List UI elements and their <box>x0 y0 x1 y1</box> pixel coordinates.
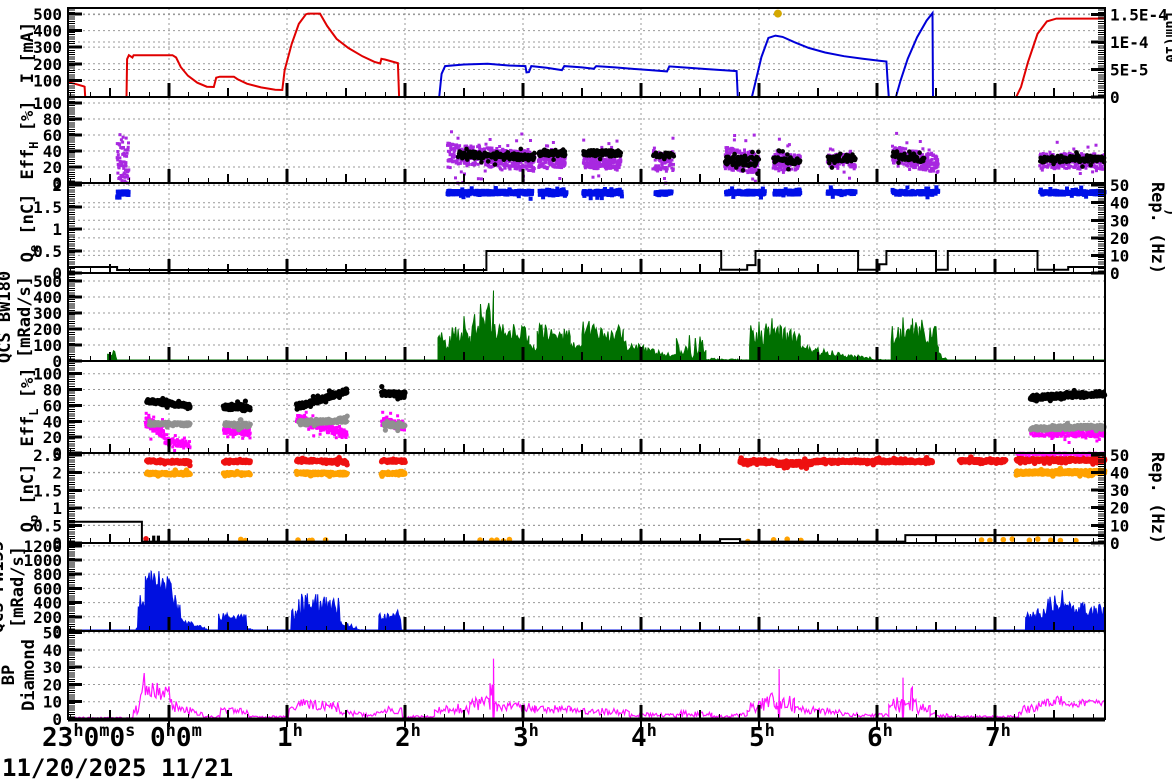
svg-text:50: 50 <box>1110 176 1129 195</box>
panel-eff-l: 020406080100EffL [%] <box>18 360 1108 463</box>
svg-text:20: 20 <box>1110 229 1129 248</box>
panel-ticks-beam-current <box>68 7 1105 99</box>
axis-title-q-e-0: Qe [nC] <box>18 194 41 263</box>
series-rep-rate-e <box>68 250 1105 271</box>
panel-qcs-bw180: 0100200300400500 QCS BW180 [mRad/s] <box>0 271 1106 371</box>
time-label: 5h <box>749 721 775 753</box>
svg-text:30: 30 <box>1110 211 1129 230</box>
series-rep-rate-p <box>68 520 1105 543</box>
axis-title-q-p-0: Qp [nC] <box>18 464 41 533</box>
time-label: 3h <box>513 721 539 753</box>
axis-title-qcs-bw180-0: QCS BW180 <box>0 271 15 363</box>
x-axis-labels: 23h0m0s 0h0m 1h 2h 3h 4h 5h 6h 7h <box>42 721 1011 753</box>
panel-qcs-fw155: 020040060080010001200QCS FW155 [mRad/s] <box>0 537 1106 641</box>
svg-text:5E-5: 5E-5 <box>1110 61 1149 80</box>
panel-ticks-q-e <box>68 182 1105 275</box>
panel-tick-labels-qcs-bw180: 0100200300400500 <box>33 272 62 371</box>
axis-title-bp-diamond-0: BP <box>0 665 19 685</box>
panel-tick-labels-bp-diamond: 01020304050 <box>43 624 62 729</box>
series-qp-points <box>143 453 1108 542</box>
series-eff-l-top-points <box>144 384 1108 414</box>
axis-title-qcs-bw180-1: [mRad/s] <box>15 276 35 358</box>
axis-title-qcs-fw155-0: QCS FW155 <box>0 541 8 633</box>
time-label: 0h0m <box>150 721 202 753</box>
svg-text:500: 500 <box>33 272 62 291</box>
svg-text:1.5E-4: 1.5E-4 <box>1110 6 1168 25</box>
time-label: 4h <box>631 721 657 753</box>
panel-eff-h: 020406080100EffH [%] <box>18 94 1107 193</box>
panel-beam-current: 10020030040050005E-51E-41.5E-4I [mA] <box>18 5 1168 107</box>
axis-title-right-q-p: Rep. (Hz) <box>1147 452 1167 544</box>
series-fw155-loss <box>67 570 1106 633</box>
svg-text:500: 500 <box>33 5 62 24</box>
svg-text:2: 2 <box>52 176 62 195</box>
date-range-label: 11/20/2025 11/21 <box>2 754 234 782</box>
panel-ticks-qcs-fw155 <box>68 542 1094 633</box>
series-stray-point <box>773 9 782 18</box>
svg-text:10: 10 <box>1110 246 1129 265</box>
panel-ticks-bp-diamond <box>68 630 1094 721</box>
axis-title-bp-diamond-1: Diamond <box>19 639 39 711</box>
svg-text:40: 40 <box>1110 194 1129 213</box>
panel-q-e: 00.511.5201020304050Qe [nC] Rep. (Hz) <box>18 176 1167 283</box>
svg-text:0: 0 <box>1110 88 1120 107</box>
panel-bp-diamond: 01020304050 BP Diamond <box>0 624 1106 729</box>
bottom-axis <box>68 717 1105 727</box>
time-label: 2h <box>395 721 421 753</box>
panel-tick-labels-beam-current: 10020030040050005E-51E-41.5E-4 <box>33 5 1168 107</box>
axis-title-eff-h-0: EffH [%] <box>18 101 41 180</box>
svg-text:0: 0 <box>1110 264 1120 283</box>
series-eff-l-mid-points <box>146 413 1107 434</box>
series-her-current <box>67 12 1105 98</box>
axis-title-beam-current-0: I [mA] <box>18 22 38 83</box>
axis-title-right-q-e: Rep. (Hz) <box>1147 182 1167 274</box>
strip-chart-page: 100 200 300 400 500 0 5E-5 1E-4 1.5E-4 I [mA] 0 20 4… <box>0 0 1172 782</box>
svg-text:1: 1 <box>52 220 62 239</box>
panel-ticks-q-p <box>68 452 1105 545</box>
series-qe-points <box>115 185 1107 201</box>
time-label: 23h0m0s <box>42 721 135 753</box>
series-bw180-loss <box>107 290 1106 362</box>
time-label: 7h <box>985 721 1011 753</box>
axis-title-qcs-fw155-1: [mRad/s] <box>8 546 28 628</box>
series-ler-current <box>68 10 1105 98</box>
strip-chart-canvas: 10020030040050005E-51E-41.5E-4I [mA]0204… <box>0 5 1172 753</box>
panel-ticks-eff-h <box>68 96 1094 185</box>
axis-title-eff-l-0: EffL [%] <box>18 368 41 447</box>
time-label: 6h <box>867 721 893 753</box>
svg-text:1E-4: 1E-4 <box>1110 33 1149 52</box>
time-label: 1h <box>277 721 303 753</box>
